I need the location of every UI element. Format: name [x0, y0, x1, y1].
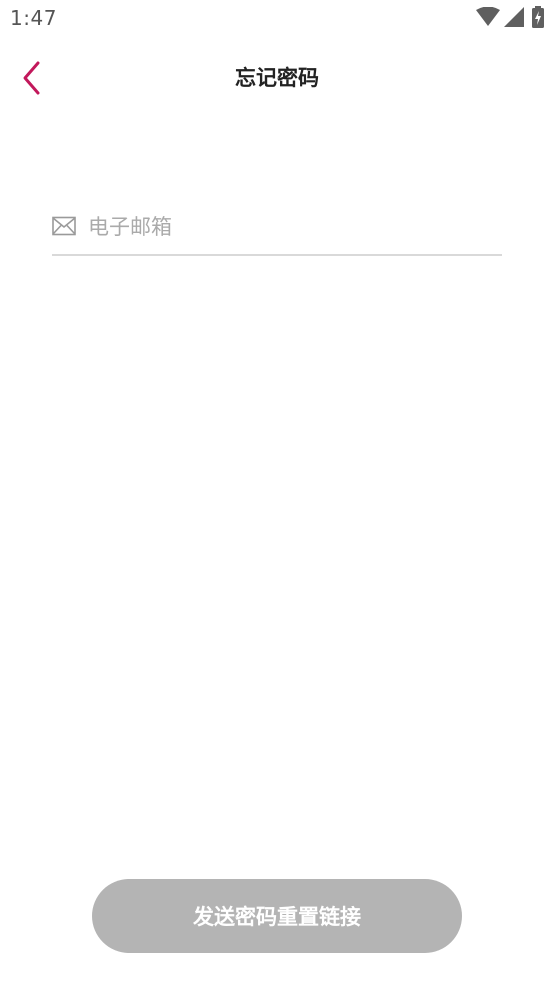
- wifi-icon: [476, 7, 500, 26]
- mail-icon: [52, 216, 76, 236]
- battery-charging-icon: [532, 6, 544, 28]
- page-title: 忘记密码: [235, 66, 319, 90]
- email-input[interactable]: [88, 208, 488, 246]
- status-icons: [474, 6, 554, 29]
- status-bar: 1:47: [0, 0, 554, 36]
- send-reset-link-button[interactable]: 发送密码重置链接: [92, 879, 462, 953]
- status-time: 1:47: [10, 6, 57, 30]
- cell-signal-icon: [504, 7, 524, 27]
- app-header: 忘记密码: [0, 50, 554, 104]
- forgot-password-screen: 1:47 忘记密码 电子邮箱 发送密码重置链接: [0, 0, 554, 984]
- email-field-row: [52, 206, 502, 256]
